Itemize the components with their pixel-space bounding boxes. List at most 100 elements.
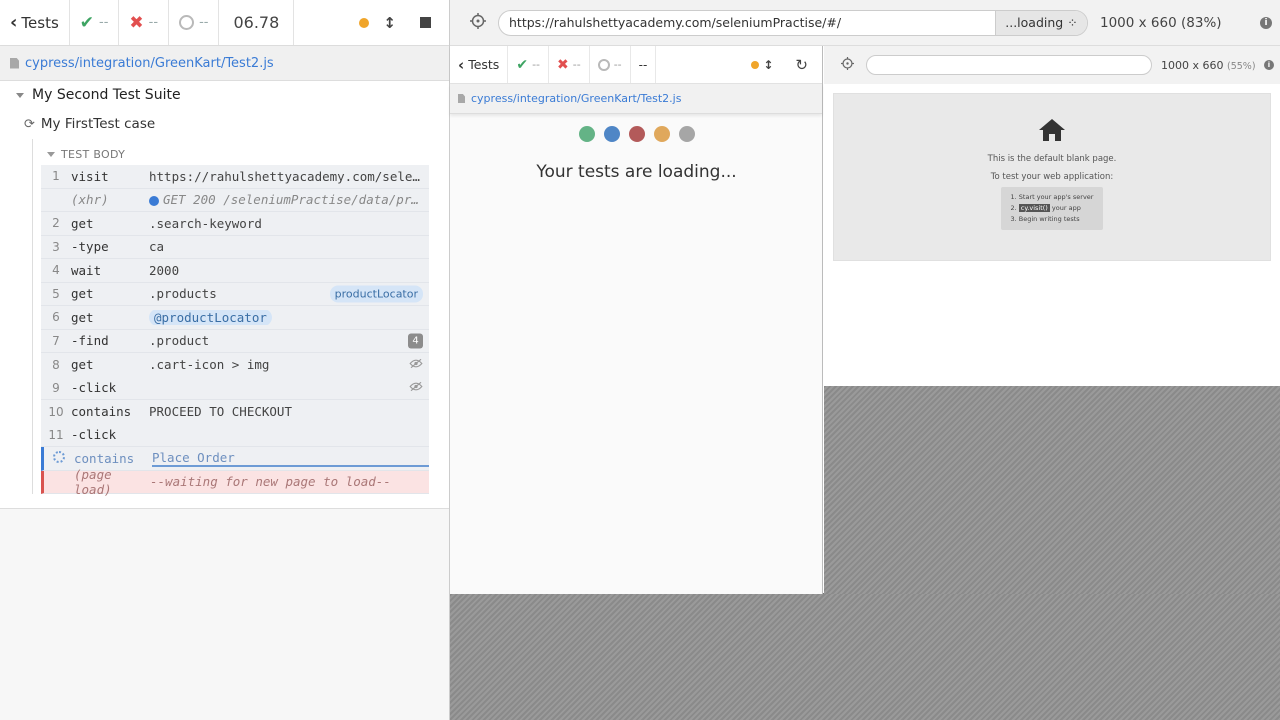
runnables-list: My Second Test Suite ⟳ My FirstTest case… [0, 81, 449, 509]
command-name: get [71, 309, 94, 325]
auto-scroll-toggle-icon[interactable]: ↕ [383, 14, 396, 32]
command-row[interactable]: 4 wait 2000 [41, 259, 429, 283]
command-name: get [71, 215, 94, 231]
step-1: 1. Start your app's server [1010, 193, 1094, 201]
command-name: contains [74, 450, 135, 466]
tests-back-button[interactable]: ‹ Tests [0, 0, 70, 45]
command-name: -find [71, 333, 109, 349]
inner-url-bar[interactable] [866, 55, 1152, 75]
spec-path-link[interactable]: cypress/integration/GreenKart/Test2.js [25, 56, 274, 71]
command-message: 2000 [149, 262, 180, 278]
command-row[interactable]: 1 visit https://rahulshettyacademy.com/s… [41, 165, 429, 189]
restart-icon[interactable]: ↻ [795, 56, 808, 74]
command-name: wait [71, 262, 102, 278]
failed-value: -- [148, 15, 159, 30]
viewport-dimensions: 1000 x 660 [1100, 14, 1177, 31]
command-number: 5 [52, 286, 60, 301]
pending-spinner-wrap [44, 450, 74, 466]
inner-duration: -- [631, 46, 657, 83]
caret-down-icon [47, 151, 55, 157]
aut-header: https://rahulshettyacademy.com/seleniumP… [450, 0, 1280, 46]
test-body-toggle[interactable]: TEST BODY [33, 145, 449, 163]
failed-count: ✖ -- [119, 0, 170, 45]
command-number: 1 [52, 169, 60, 184]
command-row[interactable]: 11 -click [41, 423, 429, 447]
running-indicator-icon [359, 17, 370, 28]
xhr-status-dot-icon [149, 195, 159, 206]
inner-pending-value: -- [613, 58, 622, 71]
step-2-code: cy.visit() [1018, 204, 1050, 212]
info-icon[interactable]: i [1264, 60, 1274, 70]
inner-tests-back-button[interactable]: ‹ Tests [450, 46, 509, 83]
command-message: .search-keyword [149, 215, 262, 231]
command-message-wrap: @productLocator [149, 309, 429, 325]
inner-stats-bar: ‹ Tests ✔ -- ✖ -- -- -- ↕ ↻ [450, 46, 822, 84]
command-row-page-load[interactable]: (page load) --waiting for new page to lo… [41, 467, 429, 497]
test-row[interactable]: ⟳ My FirstTest case [0, 109, 449, 139]
command-row[interactable]: 2 get .search-keyword [41, 212, 429, 236]
circle-pending-icon [179, 15, 195, 30]
inner-failed-count: ✖ -- [549, 46, 590, 83]
stop-icon[interactable] [420, 17, 431, 28]
command-name: -click [71, 427, 117, 443]
command-message: GET 200 /seleniumPractise/data/products.… [163, 192, 429, 208]
command-row-xhr[interactable]: (xhr) GET 200 /seleniumPractise/data/pro… [41, 188, 429, 212]
viewport-size: 1000 x 660 (83%) [1100, 15, 1222, 31]
selector-playground-button[interactable] [450, 12, 498, 33]
command-row[interactable]: 5 get .products productLocator [41, 282, 429, 306]
command-number: 4 [52, 263, 60, 278]
command-name: get [71, 357, 94, 373]
command-message: PROCEED TO CHECKOUT [149, 404, 292, 420]
loading-label: ...loading [1005, 15, 1064, 30]
loading-dot-orange [653, 126, 670, 142]
command-number: 11 [48, 427, 64, 442]
command-row[interactable]: 10 contains PROCEED TO CHECKOUT [41, 400, 429, 424]
spinner-icon: ⁘ [1067, 15, 1078, 30]
loading-dot-gray [678, 126, 695, 142]
check-icon: ✔ [79, 12, 95, 33]
chevron-left-icon: ‹ [10, 12, 18, 33]
refresh-running-icon: ⟳ [24, 116, 35, 132]
command-name: get [71, 286, 94, 302]
command-row[interactable]: 6 get @productLocator [41, 306, 429, 330]
command-name: visit [71, 168, 109, 184]
suite-row[interactable]: My Second Test Suite [0, 81, 449, 109]
command-number: 2 [52, 216, 60, 231]
eye-slash-icon [409, 357, 423, 372]
tests-back-label: Tests [21, 13, 59, 32]
inner-passed-value: -- [532, 58, 541, 71]
command-row[interactable]: 3 -type ca [41, 235, 429, 259]
step-2: 2. cy.visit() your app [1011, 203, 1094, 214]
crosshair-icon [470, 12, 486, 29]
crosshair-icon [841, 56, 854, 70]
loading-indicator: ...loading ⁘ [995, 10, 1087, 35]
command-name: (xhr) [71, 192, 109, 208]
inner-failed-value: -- [572, 58, 581, 71]
info-icon[interactable]: i [1260, 16, 1272, 29]
command-row[interactable]: 9 -click [41, 376, 429, 400]
loading-dot-blue [603, 126, 620, 142]
loading-dots [450, 126, 823, 142]
auto-scroll-toggle-icon[interactable]: ↕ [763, 58, 773, 72]
inner-spec-path-link[interactable]: cypress/integration/GreenKart/Test2.js [471, 92, 681, 105]
command-row[interactable]: 8 get .cart-icon > img [41, 353, 429, 377]
command-number: 8 [52, 357, 60, 372]
command-name: (page load) [74, 466, 112, 497]
inner-selector-playground-button[interactable] [841, 56, 854, 74]
reporter-controls: ↕ [294, 0, 449, 45]
url-bar[interactable]: https://rahulshettyacademy.com/seleniumP… [498, 9, 1088, 36]
inner-tests-back-label: Tests [468, 57, 500, 72]
command-message: Place Order [152, 450, 429, 467]
blank-page: This is the default blank page. To test … [824, 84, 1280, 386]
blank-page-steps: 1. Start your app's server 2. cy.visit()… [1000, 187, 1104, 230]
inner-viewport-scale: (55%) [1227, 60, 1256, 72]
command-number: 9 [52, 380, 60, 395]
blank-page-subtitle: To test your web application: [990, 172, 1114, 182]
default-blank-page: This is the default blank page. To test … [833, 93, 1271, 261]
file-icon [458, 94, 465, 103]
test-body-area: TEST BODY 1 visit https://rahulshettyaca… [32, 139, 449, 497]
command-name: contains [71, 404, 132, 420]
suite-title: My Second Test Suite [32, 87, 181, 103]
step-3: 3. Begin writing tests [1010, 215, 1080, 223]
command-row[interactable]: 7 -find .product 4 [41, 329, 429, 353]
